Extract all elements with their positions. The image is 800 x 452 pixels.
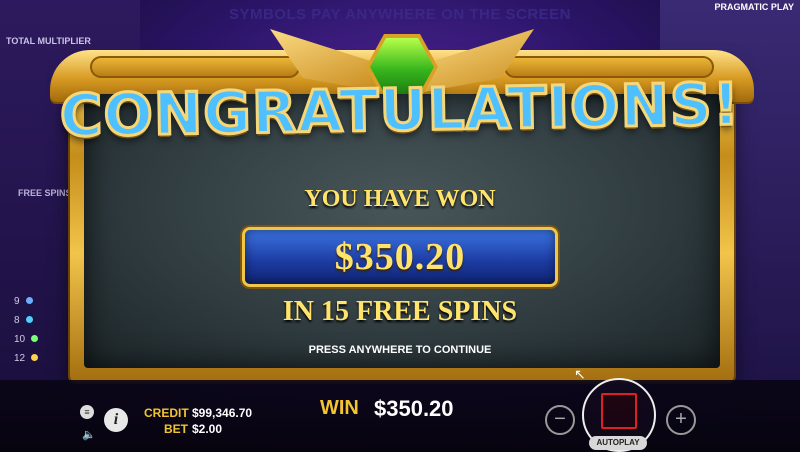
increase-bet-button[interactable]: + bbox=[666, 405, 696, 435]
win-value: $350.20 bbox=[374, 396, 454, 421]
provider-logo: PRAGMATIC PLAY bbox=[714, 2, 794, 12]
total-multiplier-label: TOTAL MULTIPLIER bbox=[6, 36, 91, 46]
stop-square-icon[interactable] bbox=[601, 393, 637, 429]
bet-label: BET bbox=[164, 422, 188, 436]
you-have-won-text: YOU HAVE WON bbox=[304, 186, 496, 212]
top-banner: SYMBOLS PAY ANYWHERE ON THE SCREEN bbox=[228, 6, 572, 23]
continue-prompt[interactable]: PRESS ANYWHERE TO CONTINUE bbox=[0, 344, 800, 356]
info-button[interactable]: i bbox=[104, 408, 128, 432]
congratulations-title: CONGRATULATIONS! bbox=[58, 69, 742, 152]
bet-value: $2.00 bbox=[192, 422, 223, 436]
credit-value: $99,346.70 bbox=[192, 406, 253, 420]
free-spins-text: IN 15 FREE SPINS bbox=[282, 296, 518, 327]
autoplay-button[interactable]: AUTOPLAY bbox=[589, 436, 647, 450]
cursor-icon: ↖ bbox=[574, 366, 586, 382]
left-scroll-ornament bbox=[90, 56, 300, 78]
win-amount: $350.20 bbox=[334, 236, 466, 278]
win-label: WIN bbox=[320, 397, 359, 419]
menu-icon[interactable]: ≡ bbox=[80, 405, 94, 419]
credit-label: CREDIT bbox=[144, 406, 189, 420]
decrease-bet-button[interactable]: − bbox=[545, 405, 575, 435]
sound-icon[interactable]: 🔈 bbox=[82, 428, 96, 441]
symbol-icon bbox=[31, 335, 39, 342]
win-amount-box: $350.20 bbox=[245, 230, 555, 284]
